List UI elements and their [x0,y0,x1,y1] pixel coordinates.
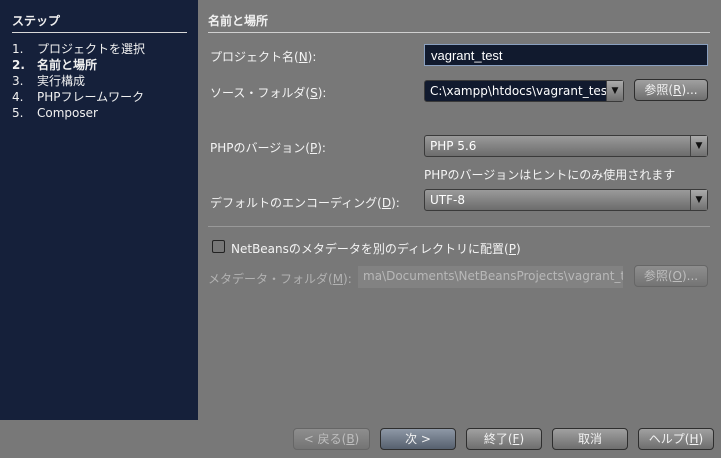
chevron-down-icon[interactable]: ▼ [690,190,707,210]
step-item: 4. PHPフレームワーク [12,90,145,106]
step-number: 1. [12,42,24,56]
step-label: プロジェクトを選択 [37,42,146,56]
php-version-hint: PHPのバージョンはヒントにのみ使用されます [424,168,676,182]
metadata-checkbox-label[interactable]: NetBeansのメタデータを別のディレクトリに配置(P) [231,240,521,257]
help-button[interactable]: ヘルプ(H) [638,428,714,450]
encoding-label: デフォルトのエンコーディング(D): [210,196,400,210]
step-number: 3. [12,74,24,88]
project-name-input[interactable] [424,44,708,66]
step-label: 名前と場所 [37,58,98,72]
encoding-value: UTF-8 [430,193,465,207]
cancel-button[interactable]: 取消 [552,428,628,450]
source-folder-value: C:\xampp\htdocs\vagrant_test [430,84,612,98]
metadata-folder-input[interactable]: ma\Documents\NetBeansProjects\vagrant_te… [358,266,623,288]
metadata-folder-label: メタデータ・フォルダ(M): [208,272,352,286]
step-item-current: 2. 名前と場所 [12,58,145,74]
step-number: 4. [12,90,24,104]
step-item: 3. 実行構成 [12,74,145,90]
browse-source-button[interactable]: 参照(R)... [634,79,708,101]
step-number: 5. [12,106,24,120]
back-button[interactable]: < 戻る(B) [293,428,370,450]
step-label: 実行構成 [37,74,86,88]
browse-metadata-button[interactable]: 参照(O)... [634,265,708,287]
divider [208,226,710,227]
metadata-checkbox[interactable] [212,240,225,253]
next-button[interactable]: 次 > [380,428,456,450]
php-version-label: PHPのバージョン(P): [210,141,326,155]
php-version-select[interactable]: PHP 5.6 ▼ [424,135,708,157]
step-label: PHPフレームワーク [37,90,145,104]
chevron-down-icon[interactable]: ▼ [606,81,623,101]
step-item: 5. Composer [12,106,145,122]
source-folder-label: ソース・フォルダ(S): [210,86,327,100]
php-version-value: PHP 5.6 [430,139,477,153]
step-number: 2. [12,58,25,72]
finish-button[interactable]: 終了(F) [466,428,542,450]
encoding-select[interactable]: UTF-8 ▼ [424,189,708,211]
project-name-label: プロジェクト名(N): [210,50,317,64]
step-label: Composer [37,106,98,120]
chevron-down-icon[interactable]: ▼ [690,136,707,156]
steps-list: 1. プロジェクトを選択 2. 名前と場所 3. 実行構成 4. PHPフレームワーク … [12,42,145,122]
page-title: 名前と場所 [208,12,710,33]
step-item: 1. プロジェクトを選択 [12,42,145,58]
steps-title: ステップ [12,12,187,33]
source-folder-combo[interactable]: C:\xampp\htdocs\vagrant_test ▼ [424,80,624,102]
steps-panel: ステップ 1. プロジェクトを選択 2. 名前と場所 3. 実行構成 4. PHPフレー… [0,0,198,420]
